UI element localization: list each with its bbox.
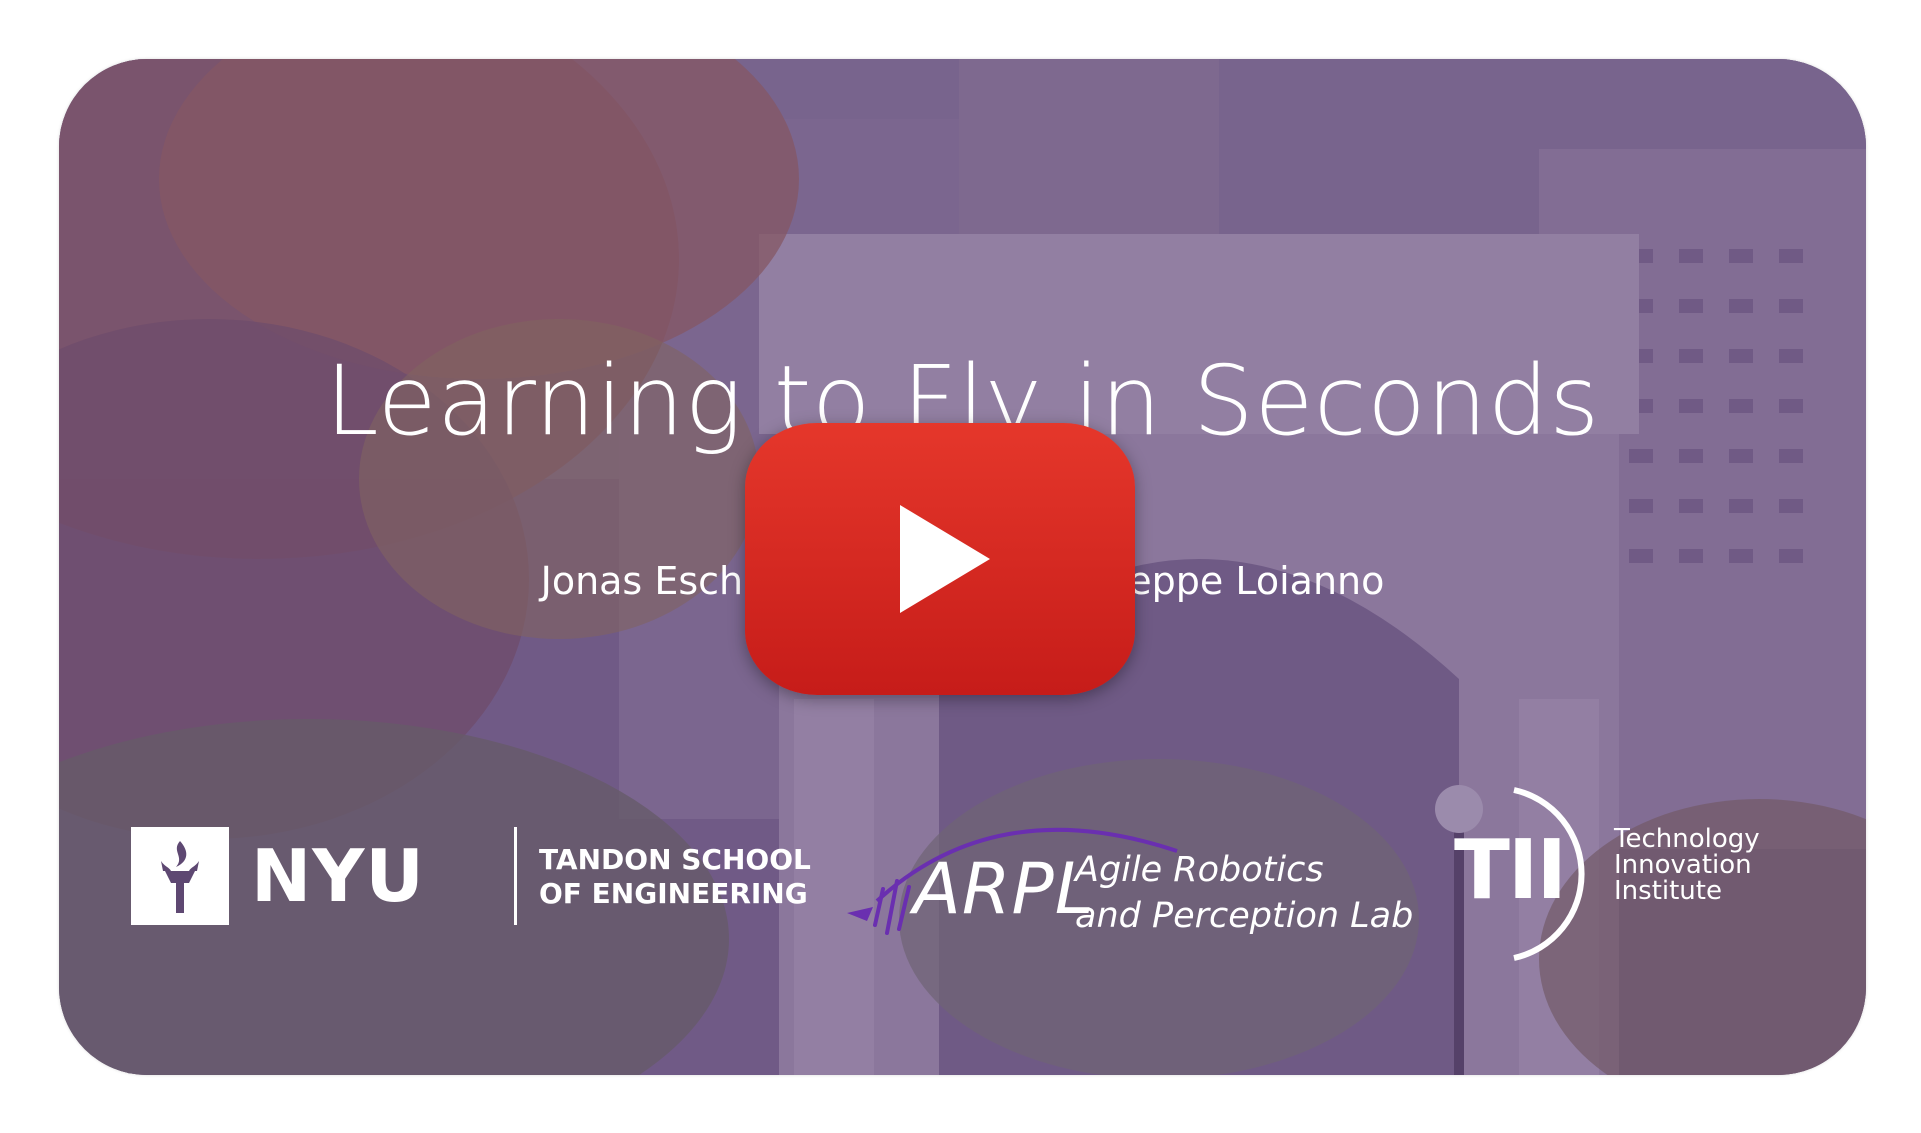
tii-wordmark: TII (1454, 823, 1567, 918)
school-line-2: OF ENGINEERING (539, 877, 808, 910)
tii-institute-name: Technology Innovation Institute (1614, 826, 1760, 904)
tandon-school-text: TANDON SCHOOL OF ENGINEERING (539, 843, 811, 911)
tii-logo: TII Technology Innovation Institute (1454, 784, 1854, 964)
arpl-lab-name: Agile Robotics and Perception Lab (1075, 847, 1413, 939)
tii-name-line-3: Institute (1614, 876, 1722, 906)
tii-name-line-1: Technology (1614, 824, 1760, 854)
video-thumbnail[interactable]: Learning to Fly in Seconds Jonas Eschman… (59, 59, 1866, 1075)
nyu-tandon-logo: NYU TANDON SCHOOL OF ENGINEERING (131, 827, 811, 927)
school-line-1: TANDON SCHOOL (539, 843, 811, 876)
arpl-name-line-2: and Perception Lab (1075, 896, 1414, 936)
logo-divider (514, 827, 517, 925)
arpl-wordmark: ARPL (913, 848, 1095, 930)
play-icon (900, 505, 990, 613)
tii-name-line-2: Innovation (1614, 850, 1752, 880)
torch-icon (131, 827, 229, 925)
play-button[interactable] (745, 423, 1135, 695)
arpl-name-line-1: Agile Robotics (1075, 850, 1324, 890)
arpl-logo: ARPL Agile Robotics and Perception Lab (847, 821, 1413, 951)
nyu-wordmark: NYU (251, 834, 425, 918)
